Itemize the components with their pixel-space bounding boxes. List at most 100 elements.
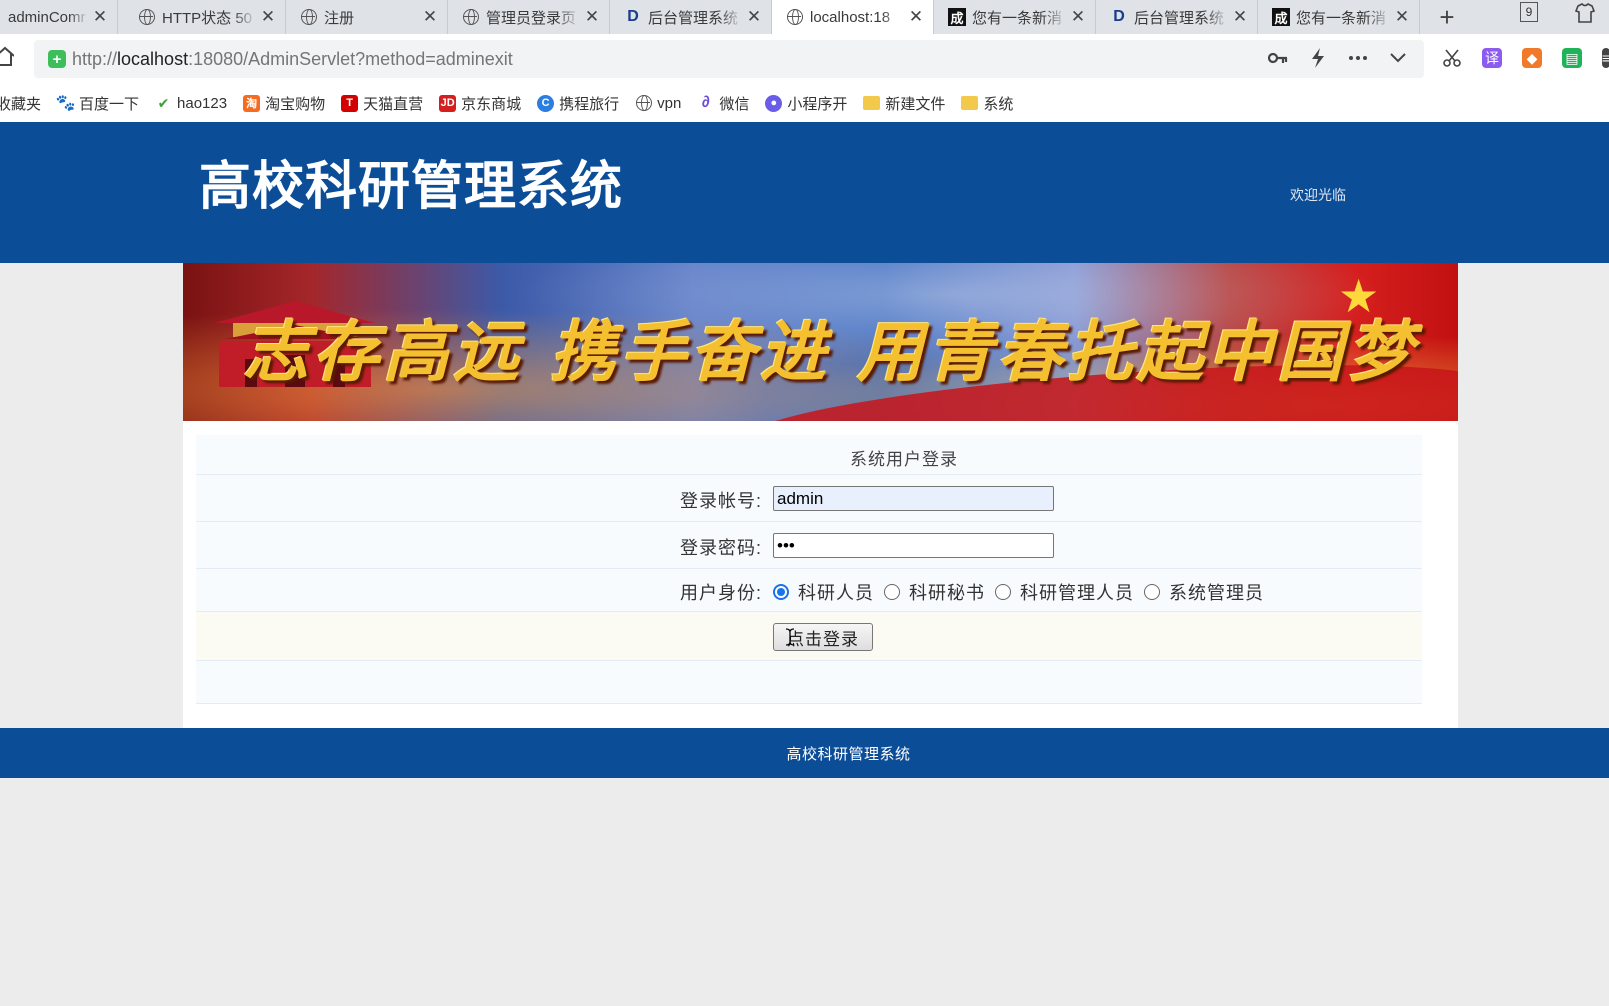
home-icon[interactable] xyxy=(0,46,15,68)
site-footer: 高校科研管理系统 xyxy=(0,728,1609,778)
ctrip-icon: C xyxy=(537,94,555,112)
bookmark-item[interactable]: ✔ hao123 xyxy=(155,95,227,112)
tab-label: 后台管理系统 xyxy=(1134,9,1225,27)
menu-icon[interactable]: ≡ xyxy=(1602,48,1609,68)
account-input[interactable] xyxy=(773,486,1054,511)
tab-label: HTTP状态 50 xyxy=(162,9,253,27)
tab-close-icon[interactable]: ✕ xyxy=(581,7,603,27)
role-option-research-manager[interactable]: 科研管理人员 xyxy=(995,579,1134,605)
browser-tab[interactable]: 管理员登录页 ✕ xyxy=(448,0,610,34)
browser-tab[interactable]: D 后台管理系统 ✕ xyxy=(1096,0,1258,34)
browser-tab-bar: adminComr ✕ HTTP状态 50 ✕ 注册 ✕ 管理员登录页 ✕ D … xyxy=(0,0,1609,34)
browser-tab[interactable]: HTTP状态 50 ✕ xyxy=(124,0,286,34)
cheng-icon: 成 xyxy=(1272,8,1290,26)
tab-close-icon[interactable]: ✕ xyxy=(419,7,441,27)
login-form: 系统用户登录 登录帐号: 登录密码: 用户身份: 科研人员 科研秘书 xyxy=(196,435,1422,704)
bookmark-label: 小程序开 xyxy=(787,95,848,113)
password-label: 登录密码: xyxy=(679,538,762,558)
secure-site-icon[interactable]: + xyxy=(48,50,66,68)
role-option-secretary[interactable]: 科研秘书 xyxy=(884,579,985,605)
bookmark-item[interactable]: ● 小程序开 xyxy=(765,93,847,114)
window-count-badge[interactable]: 9 xyxy=(1520,2,1538,22)
bookmark-favorites[interactable]: 收藏夹 xyxy=(0,93,41,114)
game-icon[interactable]: ◆ xyxy=(1522,48,1542,68)
role-label: 用户身份: xyxy=(679,583,762,603)
bookmark-label: 淘宝购物 xyxy=(265,95,326,113)
bookmark-item[interactable]: C 携程旅行 xyxy=(537,93,619,114)
role-radio-group: 科研人员 科研秘书 科研管理人员 系统管理员 xyxy=(773,579,1274,605)
folder-icon xyxy=(863,96,881,110)
submit-row: 点击登录 xyxy=(196,612,1422,661)
banner-slogan: 志存高远 携手奋进 用青春托起中国梦 xyxy=(243,313,1417,391)
more-icon[interactable] xyxy=(1348,48,1368,68)
role-option-label: 系统管理员 xyxy=(1169,583,1264,603)
d-logo-icon: D xyxy=(1113,8,1125,25)
key-icon[interactable] xyxy=(1268,48,1288,68)
paw-icon: 🐾 xyxy=(55,95,76,112)
bookmark-label: 新建文件 xyxy=(885,95,946,113)
scissors-icon[interactable] xyxy=(1442,48,1462,68)
skin-icon[interactable] xyxy=(1574,2,1596,24)
tab-close-icon[interactable]: ✕ xyxy=(257,7,279,27)
bookmark-item[interactable]: 淘 淘宝购物 xyxy=(243,93,325,114)
bookmark-label: 微信 xyxy=(719,95,750,113)
bookmark-item[interactable]: JD 京东商城 xyxy=(439,93,521,114)
folder-icon xyxy=(961,96,979,110)
bookmark-item[interactable]: vpn xyxy=(635,95,681,112)
wechat-link-icon: ∂ xyxy=(701,94,710,111)
hao-icon: ✔ xyxy=(157,94,170,111)
bookmark-label: 携程旅行 xyxy=(559,95,620,113)
bookmarks-bar: 收藏夹 🐾 百度一下 ✔ hao123 淘 淘宝购物 T 天猫直营 JD 京东商… xyxy=(0,84,1609,122)
bookmark-label: 百度一下 xyxy=(79,95,140,113)
browser-tab[interactable]: D 后台管理系统 ✕ xyxy=(610,0,772,34)
book-icon[interactable]: ▤ xyxy=(1562,48,1582,68)
role-option-system-admin[interactable]: 系统管理员 xyxy=(1144,579,1264,605)
tab-label: 注册 xyxy=(324,9,355,27)
tab-close-icon[interactable]: ✕ xyxy=(1229,7,1251,27)
translate-icon[interactable]: 译 xyxy=(1482,48,1502,68)
radio-button[interactable] xyxy=(995,584,1011,600)
cheng-icon: 成 xyxy=(948,8,966,26)
tab-close-icon[interactable]: ✕ xyxy=(1067,7,1089,27)
radio-button[interactable] xyxy=(884,584,900,600)
login-panel: 系统用户登录 登录帐号: 登录密码: 用户身份: 科研人员 科研秘书 xyxy=(183,421,1458,728)
globe-icon xyxy=(138,8,156,26)
chevron-down-icon[interactable] xyxy=(1388,48,1408,68)
password-input[interactable] xyxy=(773,533,1054,558)
new-tab-button[interactable]: + xyxy=(1432,0,1462,34)
bookmark-folder[interactable]: 新建文件 xyxy=(863,93,945,114)
browser-tab[interactable]: 成 您有一条新消 ✕ xyxy=(934,0,1096,34)
address-bar-row: + http://localhost:18080/AdminServlet?me… xyxy=(0,34,1609,84)
jd-icon: JD xyxy=(439,94,457,112)
slogan-banner: ★ 志存高远 携手奋进 用青春托起中国梦 xyxy=(183,263,1458,421)
radio-button-checked[interactable] xyxy=(773,584,789,600)
bookmark-item[interactable]: ∂ 微信 xyxy=(697,93,749,114)
bookmark-item[interactable]: 🐾 百度一下 xyxy=(55,93,140,114)
browser-tab[interactable]: adminComr ✕ xyxy=(0,0,118,34)
radio-button[interactable] xyxy=(1144,584,1160,600)
lightning-icon[interactable] xyxy=(1308,48,1328,68)
tab-label: 管理员登录页 xyxy=(486,9,577,27)
bookmark-label: 系统 xyxy=(983,95,1014,113)
url-input[interactable]: + http://localhost:18080/AdminServlet?me… xyxy=(34,40,1424,78)
role-option-label: 科研人员 xyxy=(798,583,874,603)
browser-tab-active[interactable]: localhost:18 ✕ xyxy=(772,0,934,34)
bookmark-label: 收藏夹 xyxy=(0,95,42,113)
text-cursor-icon xyxy=(785,628,795,646)
taobao-icon: 淘 xyxy=(243,94,261,112)
globe-icon xyxy=(462,8,480,26)
url-text[interactable]: http://localhost:18080/AdminServlet?meth… xyxy=(72,49,513,70)
globe-icon xyxy=(635,95,652,112)
tab-close-icon[interactable]: ✕ xyxy=(905,7,927,27)
browser-tab[interactable]: 注册 ✕ xyxy=(286,0,448,34)
bookmark-folder[interactable]: 系统 xyxy=(961,93,1013,114)
tab-close-icon[interactable]: ✕ xyxy=(743,7,765,27)
browser-tab[interactable]: 成 您有一条新消 ✕ xyxy=(1258,0,1420,34)
role-row: 用户身份: 科研人员 科研秘书 科研管理人员 系统管理员 xyxy=(196,569,1422,612)
tab-close-icon[interactable]: ✕ xyxy=(89,7,111,27)
bookmark-item[interactable]: T 天猫直营 xyxy=(341,93,423,114)
role-option-researcher[interactable]: 科研人员 xyxy=(773,579,874,605)
tab-close-icon[interactable]: ✕ xyxy=(1391,7,1413,27)
role-option-label: 科研管理人员 xyxy=(1020,583,1134,603)
tab-label: 后台管理系统 xyxy=(648,9,739,27)
